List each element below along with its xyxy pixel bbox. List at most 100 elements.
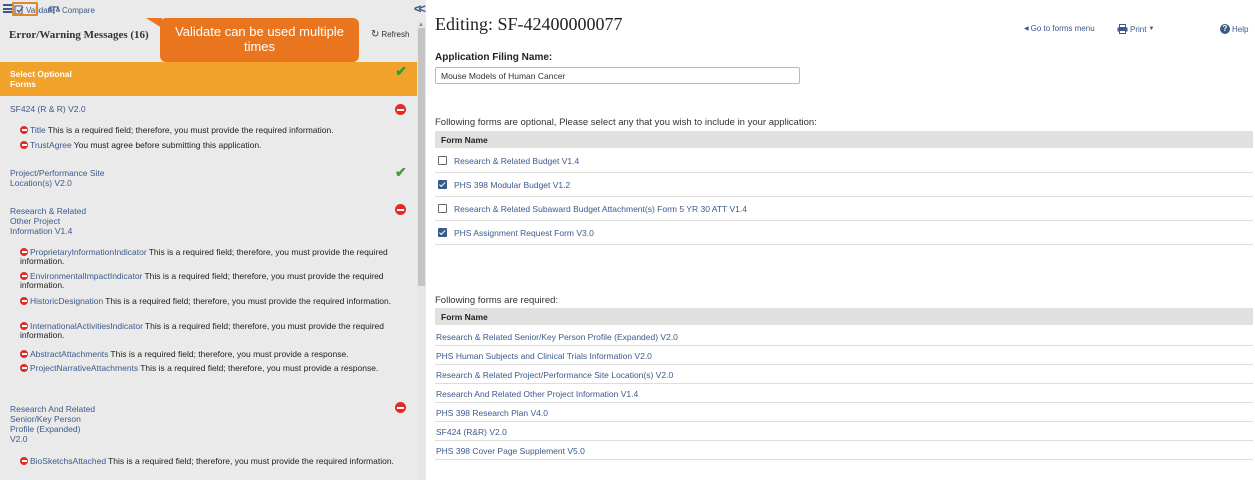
required-form-row[interactable]: PHS Human Subjects and Clinical Trials I… bbox=[435, 347, 1253, 365]
optional-forms-intro: Following forms are optional, Please sel… bbox=[435, 117, 817, 128]
message-item: AbstractAttachments This is a required fi… bbox=[20, 350, 410, 359]
section-senior-key-person[interactable]: Research And Related Senior/Key Person P… bbox=[10, 404, 100, 444]
error-icon bbox=[20, 322, 28, 330]
error-icon bbox=[20, 350, 28, 358]
panel-title: Error/Warning Messages (16) bbox=[9, 29, 149, 41]
error-icon bbox=[20, 297, 28, 305]
required-form-link[interactable]: PHS 398 Research Plan V4.0 bbox=[436, 408, 548, 418]
tip-callout: Validate can be used multiple times bbox=[146, 18, 359, 62]
help-icon: ? bbox=[1220, 24, 1230, 34]
print-label: Print bbox=[1130, 24, 1147, 34]
help-link[interactable]: ? Help bbox=[1220, 24, 1248, 34]
required-form-link[interactable]: Research And Related Other Project Infor… bbox=[436, 389, 638, 399]
field-link[interactable]: ProjectNarrativeAttachments bbox=[30, 363, 138, 373]
optional-form-link[interactable]: Research & Related Subaward Budget Attac… bbox=[454, 204, 747, 214]
printer-icon bbox=[1117, 24, 1128, 34]
required-forms-intro: Following forms are required: bbox=[435, 295, 559, 306]
required-form-row[interactable]: PHS 398 Research Plan V4.0 bbox=[435, 404, 1253, 422]
checkbox-optional-form[interactable] bbox=[438, 204, 447, 213]
required-form-row[interactable]: Research & Related Senior/Key Person Pro… bbox=[435, 328, 1253, 346]
checkbox-optional-form[interactable] bbox=[438, 228, 447, 237]
optional-form-link[interactable]: Research & Related Budget V1.4 bbox=[454, 156, 579, 166]
message-text: This is a required field; therefore, you… bbox=[105, 296, 392, 306]
error-icon bbox=[395, 204, 406, 215]
error-icon bbox=[20, 457, 28, 465]
app-root: Validate Compare << Validate can be used… bbox=[0, 0, 1255, 480]
required-form-row[interactable]: Research And Related Other Project Infor… bbox=[435, 385, 1253, 403]
field-link[interactable]: AbstractAttachments bbox=[30, 349, 108, 359]
required-form-link[interactable]: SF424 (R&R) V2.0 bbox=[436, 427, 507, 437]
section-sf424[interactable]: SF424 (R & R) V2.0 bbox=[10, 104, 210, 114]
compare-button[interactable]: Compare bbox=[48, 4, 95, 16]
refresh-label: Refresh bbox=[381, 30, 410, 39]
print-menu[interactable]: Print ▼ bbox=[1117, 24, 1154, 34]
message-item: EnvironmentalImpactIndicator This is a re… bbox=[20, 272, 410, 290]
message-item: Title This is a required field; therefore… bbox=[20, 126, 410, 135]
scrollbar-thumb[interactable] bbox=[418, 28, 425, 286]
optional-form-row[interactable]: Research & Related Budget V1.4 bbox=[435, 149, 1253, 173]
message-item: ProjectNarrativeAttachments This is a req… bbox=[20, 364, 410, 373]
required-table-header: Form Name bbox=[435, 308, 1253, 325]
checkmark-icon: ✔ bbox=[395, 63, 407, 79]
required-form-row[interactable]: PHS 398 Cover Page Supplement V5.0 bbox=[435, 442, 1253, 460]
error-icon bbox=[20, 272, 28, 280]
message-item: ProprietaryInformationIndicator This is a… bbox=[20, 248, 410, 266]
validate-highlight bbox=[12, 2, 38, 16]
optional-form-link[interactable]: PHS Assignment Request Form V3.0 bbox=[454, 228, 594, 238]
message-item: HistoricDesignation This is a required fi… bbox=[20, 297, 410, 306]
message-item: BioSketchsAttached This is a required fie… bbox=[20, 457, 410, 466]
error-icon bbox=[20, 248, 28, 256]
collapse-panel-icon[interactable]: << bbox=[414, 1, 426, 16]
goto-forms-label: Go to forms menu bbox=[1030, 24, 1095, 33]
message-text: You must agree before submitting this ap… bbox=[73, 140, 262, 150]
optional-table-header: Form Name bbox=[435, 131, 1253, 148]
field-link[interactable]: HistoricDesignation bbox=[30, 296, 103, 306]
message-text: This is a required field; therefore, you… bbox=[108, 456, 394, 466]
refresh-icon: ↻ bbox=[371, 29, 380, 40]
required-form-link[interactable]: PHS 398 Cover Page Supplement V5.0 bbox=[436, 446, 585, 456]
error-icon bbox=[20, 364, 28, 372]
compare-icon bbox=[48, 5, 60, 14]
help-label: Help bbox=[1232, 24, 1249, 34]
field-link[interactable]: BioSketchsAttached bbox=[30, 456, 106, 466]
messages-panel: Validate Compare << Validate can be used… bbox=[0, 0, 426, 480]
error-icon bbox=[20, 126, 28, 134]
required-form-link[interactable]: Research & Related Project/Performance S… bbox=[436, 370, 673, 380]
checkbox-optional-form[interactable] bbox=[438, 156, 447, 165]
optional-form-row[interactable]: Research & Related Subaward Budget Attac… bbox=[435, 197, 1253, 221]
required-form-row[interactable]: SF424 (R&R) V2.0 bbox=[435, 423, 1253, 441]
section-other-project-info[interactable]: Research & Related Other Project Informa… bbox=[10, 206, 102, 236]
message-text: This is a required field; therefore, you… bbox=[47, 125, 334, 135]
select-optional-label: Select Optional Forms bbox=[10, 69, 72, 89]
required-form-link[interactable]: PHS Human Subjects and Clinical Trials I… bbox=[436, 351, 652, 361]
error-icon bbox=[395, 104, 406, 115]
caret-left-icon: ◀ bbox=[1024, 26, 1029, 32]
checkmark-icon: ✔ bbox=[395, 164, 407, 180]
panel-toolbar: Validate Compare << bbox=[0, 0, 426, 20]
select-optional-forms[interactable]: Select Optional Forms ✔ bbox=[0, 62, 417, 96]
menu-icon[interactable] bbox=[3, 4, 12, 13]
section-project-performance[interactable]: Project/Performance Site Location(s) V2.… bbox=[10, 168, 110, 188]
error-icon bbox=[395, 402, 406, 413]
filing-name-label: Application Filing Name: bbox=[435, 52, 553, 63]
optional-form-row[interactable]: PHS Assignment Request Form V3.0 bbox=[435, 221, 1253, 245]
goto-forms-link[interactable]: ◀ Go to forms menu bbox=[1024, 24, 1095, 33]
compare-label: Compare bbox=[62, 5, 95, 15]
page-title: Editing: SF-42400000077 bbox=[435, 14, 623, 34]
message-text: This is a required field; therefore, you… bbox=[140, 363, 379, 373]
message-text: This is a required field; therefore, you… bbox=[110, 349, 349, 359]
required-form-link[interactable]: Research & Related Senior/Key Person Pro… bbox=[436, 332, 678, 342]
panel-scrollbar[interactable]: ▲ bbox=[417, 22, 426, 480]
message-item: InternationalActivitiesIndicator This is … bbox=[20, 322, 410, 340]
required-form-row[interactable]: Research & Related Project/Performance S… bbox=[435, 366, 1253, 384]
optional-form-row[interactable]: PHS 398 Modular Budget V1.2 bbox=[435, 173, 1253, 197]
message-item: TrustAgree You must agree before submitti… bbox=[20, 141, 410, 150]
optional-form-link[interactable]: PHS 398 Modular Budget V1.2 bbox=[454, 180, 570, 190]
field-link[interactable]: Title bbox=[30, 125, 46, 135]
field-link[interactable]: TrustAgree bbox=[30, 140, 72, 150]
refresh-button[interactable]: ↻ Refresh bbox=[371, 29, 409, 40]
error-icon bbox=[20, 141, 28, 149]
filing-name-input[interactable] bbox=[435, 67, 800, 84]
chevron-down-icon: ▼ bbox=[1148, 26, 1155, 32]
checkbox-optional-form[interactable] bbox=[438, 180, 447, 189]
